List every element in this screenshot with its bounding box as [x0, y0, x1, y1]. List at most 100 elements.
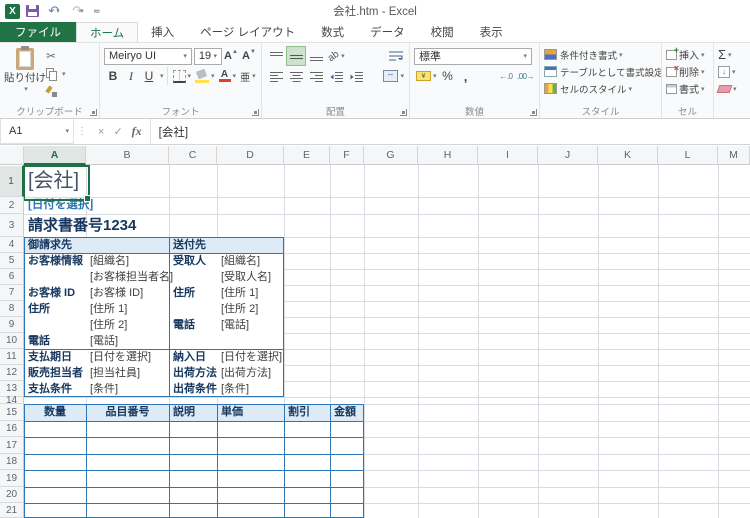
row-header-20[interactable]: 20 [0, 487, 24, 503]
cell-B13[interactable]: [条件] [90, 381, 118, 397]
row-header-18[interactable]: 18 [0, 454, 24, 470]
col-header-G[interactable]: G [364, 146, 418, 165]
conditional-formatting-button[interactable]: 条件付き書式▾ [544, 46, 658, 63]
col-header-B[interactable]: B [86, 146, 169, 165]
col-header-F[interactable]: F [330, 146, 364, 165]
col-header-C[interactable]: C [169, 146, 217, 165]
cell-B12[interactable]: [担当社員] [90, 365, 140, 381]
fill-color-button[interactable]: ▾ [193, 67, 217, 85]
cell-C12[interactable]: 出荷方法 [173, 365, 217, 381]
chevron-down-icon[interactable]: ▾ [56, 7, 60, 15]
align-center-button[interactable] [286, 66, 306, 86]
formula-input[interactable]: [会社] [151, 119, 188, 144]
cell-A13[interactable]: 支払条件 [28, 381, 72, 397]
bold-button[interactable]: B [104, 67, 122, 85]
cell-C15[interactable]: 説明 [173, 404, 195, 421]
col-header-D[interactable]: D [217, 146, 284, 165]
italic-button[interactable]: I [122, 67, 140, 85]
cell-C7[interactable]: 住所 [173, 285, 195, 301]
cell-C13[interactable]: 出荷条件 [173, 381, 217, 397]
delete-cells-button[interactable]: 削除▾ [666, 63, 710, 80]
row-header-14[interactable]: 14 [0, 397, 24, 404]
increase-indent-button[interactable] [346, 66, 366, 86]
row-header-6[interactable]: 6 [0, 269, 24, 285]
clear-button[interactable]: ▾ [718, 80, 750, 97]
dialog-launcher-icon[interactable] [90, 109, 97, 116]
row-header-12[interactable]: 12 [0, 365, 24, 381]
row-header-4[interactable]: 4 [0, 237, 24, 253]
cell-A15[interactable]: 数量 [24, 404, 86, 421]
format-cells-button[interactable]: 書式▾ [666, 80, 710, 97]
cell-B6[interactable]: [お客様担当者名] [90, 269, 173, 285]
accounting-format-button[interactable]: ¥▾ [414, 67, 439, 85]
tab-formulas[interactable]: 数式 [308, 22, 357, 42]
cell-A11[interactable]: 支払期日 [28, 349, 72, 365]
cell-B7[interactable]: [お客様 ID] [90, 285, 143, 301]
format-as-table-button[interactable]: テーブルとして書式設定▾ [544, 63, 658, 80]
dialog-launcher-icon[interactable] [252, 109, 259, 116]
chevron-down-icon[interactable]: ▾ [65, 127, 69, 135]
decrease-indent-button[interactable] [326, 66, 346, 86]
cell-F15[interactable]: 金額 [334, 404, 356, 421]
tab-review[interactable]: 校閲 [418, 22, 467, 42]
row-header-10[interactable]: 10 [0, 333, 24, 349]
tab-file[interactable]: ファイル [0, 22, 76, 42]
tab-home[interactable]: ホーム [76, 22, 138, 42]
enter-button[interactable]: ✓ [113, 125, 122, 138]
cell-styles-button[interactable]: セルのスタイル▾ [544, 80, 658, 97]
cell-C5[interactable]: 受取人 [173, 253, 206, 269]
borders-button[interactable]: ▾ [171, 67, 194, 85]
cell-A12[interactable]: 販売担当者 [28, 365, 83, 381]
cell-A8[interactable]: 住所 [28, 301, 50, 317]
col-header-J[interactable]: J [538, 146, 598, 165]
col-header-K[interactable]: K [598, 146, 658, 165]
shrink-font-button[interactable]: A▼ [240, 47, 258, 65]
cell-B10[interactable]: [電話] [90, 333, 118, 349]
fill-button[interactable]: ↓▾ [718, 63, 750, 80]
cell-A10[interactable]: 電話 [28, 333, 50, 349]
increase-decimal-button[interactable]: ←.0 [497, 67, 515, 85]
paste-button[interactable]: 貼り付け ▾ [4, 46, 46, 102]
cell-E15[interactable]: 割引 [288, 404, 310, 421]
excel-app-icon[interactable]: X [5, 4, 20, 19]
row-header-1[interactable]: 1 [0, 166, 24, 197]
dialog-launcher-icon[interactable] [400, 109, 407, 116]
row-header-16[interactable]: 16 [0, 421, 24, 437]
cell-D12[interactable]: [出荷方法] [221, 365, 271, 381]
cancel-button[interactable]: × [98, 126, 104, 138]
font-size-combo[interactable]: 19▾ [194, 48, 222, 65]
customize-qat-button[interactable]: ≂ [93, 6, 100, 17]
align-middle-button[interactable] [286, 46, 306, 66]
number-format-combo[interactable]: 標準▾ [414, 48, 532, 65]
row-header-3[interactable]: 3 [0, 214, 24, 237]
sheet-select-all-corner[interactable] [0, 146, 24, 165]
cell-C9[interactable]: 電話 [173, 317, 195, 333]
cell-B9[interactable]: [住所 2] [90, 317, 127, 333]
align-left-button[interactable] [266, 66, 286, 86]
orientation-button[interactable]: ab▾ [326, 47, 347, 65]
fill-handle[interactable] [84, 195, 91, 202]
row-header-11[interactable]: 11 [0, 349, 24, 365]
align-top-button[interactable] [266, 46, 286, 66]
decrease-decimal-button[interactable]: .00→ [515, 67, 536, 85]
format-painter-button[interactable] [46, 84, 66, 100]
col-header-M[interactable]: M [718, 146, 750, 165]
cell-B15[interactable]: 品目番号 [86, 404, 169, 421]
cell-C4[interactable]: 送付先 [173, 237, 206, 253]
phonetic-guide-button[interactable]: 亜▾ [238, 67, 258, 85]
row-header-17[interactable]: 17 [0, 437, 24, 454]
underline-button[interactable]: U [140, 67, 158, 85]
tab-insert[interactable]: 挿入 [138, 22, 187, 42]
autosum-button[interactable]: Σ▾ [718, 46, 750, 63]
name-box[interactable]: A1▾ [0, 119, 74, 144]
insert-cells-button[interactable]: 挿入▾ [666, 46, 710, 63]
wrap-text-button[interactable] [387, 47, 406, 65]
cell-B5[interactable]: [組織名] [90, 253, 129, 269]
col-header-A[interactable]: A [24, 146, 86, 165]
row-header-21[interactable]: 21 [0, 503, 24, 518]
col-header-L[interactable]: L [658, 146, 718, 165]
row-header-9[interactable]: 9 [0, 317, 24, 333]
comma-style-button[interactable]: , [457, 67, 475, 85]
tab-view[interactable]: 表示 [467, 22, 516, 42]
cell-A5[interactable]: お客様情報 [28, 253, 83, 269]
